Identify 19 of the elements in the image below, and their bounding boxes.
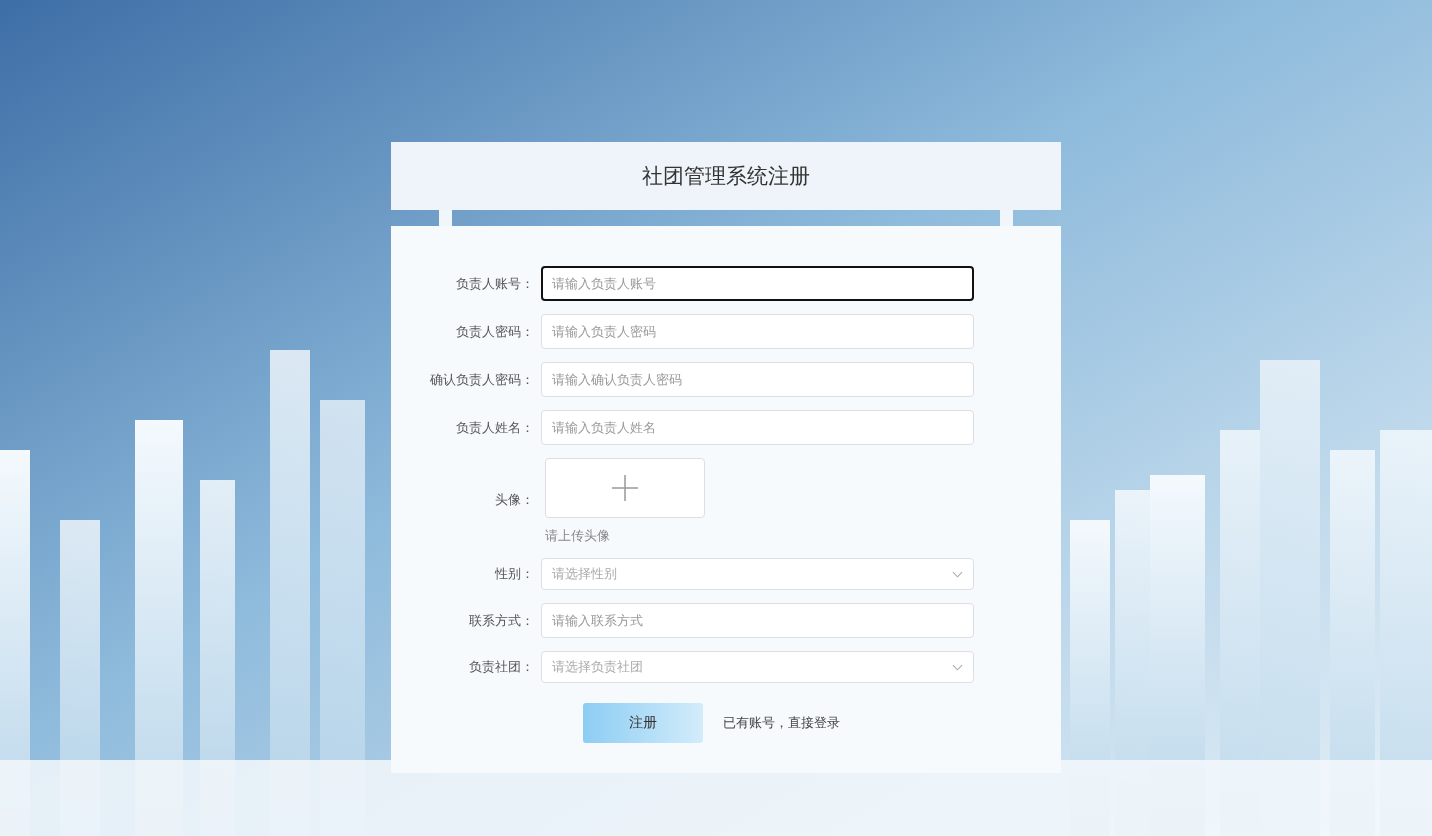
field-label: 联系方式： (468, 611, 535, 630)
register-button[interactable]: 注册 (583, 703, 703, 743)
field-label: 负责人账号： (455, 274, 535, 293)
form-title: 社团管理系统注册 (642, 163, 810, 190)
field-label: 负责人密码： (455, 322, 535, 341)
chevron-down-icon (952, 570, 963, 578)
select-placeholder: 请选择负责社团 (552, 658, 643, 676)
field-label: 头像： (494, 491, 535, 509)
input-field[interactable]: 请输入负责人账号 (541, 266, 974, 301)
plus-icon (612, 475, 638, 501)
field-label: 负责社团： (468, 658, 535, 676)
chevron-down-icon (952, 663, 963, 671)
login-link[interactable]: 已有账号，直接登录 (723, 714, 840, 732)
field-label: 性别： (494, 565, 535, 583)
field-label: 确认负责人密码： (429, 370, 535, 389)
upload-button[interactable] (545, 458, 705, 518)
upload-hint: 请上传头像 (545, 527, 611, 545)
field-label: 负责人姓名： (455, 418, 535, 437)
select-placeholder: 请选择性别 (552, 565, 617, 583)
